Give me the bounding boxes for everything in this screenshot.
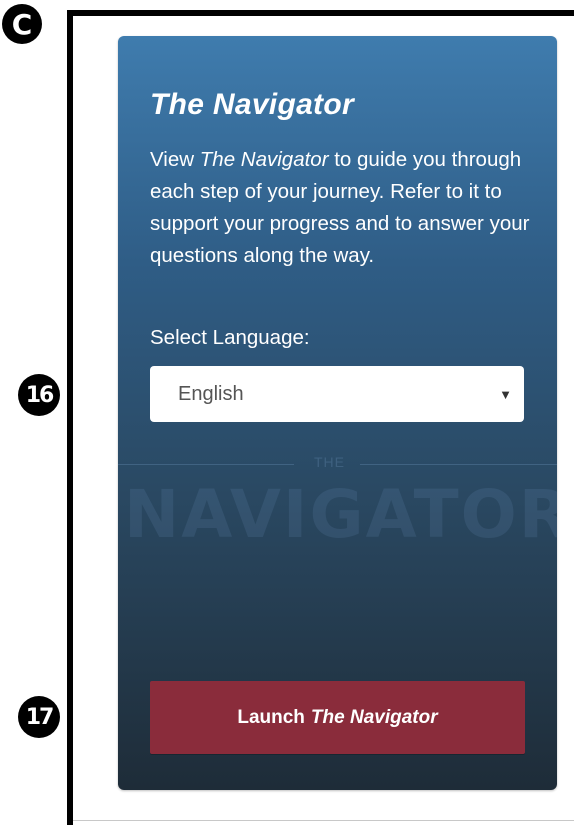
watermark-rule-left [118,464,294,465]
callout-marker-c-label: C [11,7,33,41]
launch-button-prefix: Launch [237,706,305,728]
language-select[interactable]: English ▼ [150,366,524,422]
card-description-emphasis: The Navigator [199,148,329,171]
card-description-prefix: View [150,148,200,171]
card-description: View The Navigator to guide you through … [150,144,540,272]
callout-marker-16: 16 [18,374,60,416]
language-select-value: English [178,382,244,405]
watermark-big-text: NAVIGATOR [124,476,557,553]
caret-down-icon: ▼ [499,386,512,402]
navigator-watermark: THE NAVIGATOR [118,448,557,558]
frame-bottom-divider [73,820,574,821]
navigator-card: The Navigator View The Navigator to guid… [118,36,557,790]
screenshot-stage: C 16 17 The Navigator View The Navigator… [0,0,574,825]
watermark-rule-right [360,464,557,465]
callout-marker-16-label: 16 [25,382,55,408]
callout-marker-c: C [2,4,42,44]
launch-navigator-button[interactable]: Launch The Navigator [150,681,525,754]
card-title: The Navigator [150,88,354,121]
launch-button-emphasis: The Navigator [310,706,438,728]
language-label: Select Language: [150,326,310,349]
callout-marker-17-label: 17 [25,704,55,730]
callout-marker-17: 17 [18,696,60,738]
watermark-small-text: THE [314,454,345,470]
